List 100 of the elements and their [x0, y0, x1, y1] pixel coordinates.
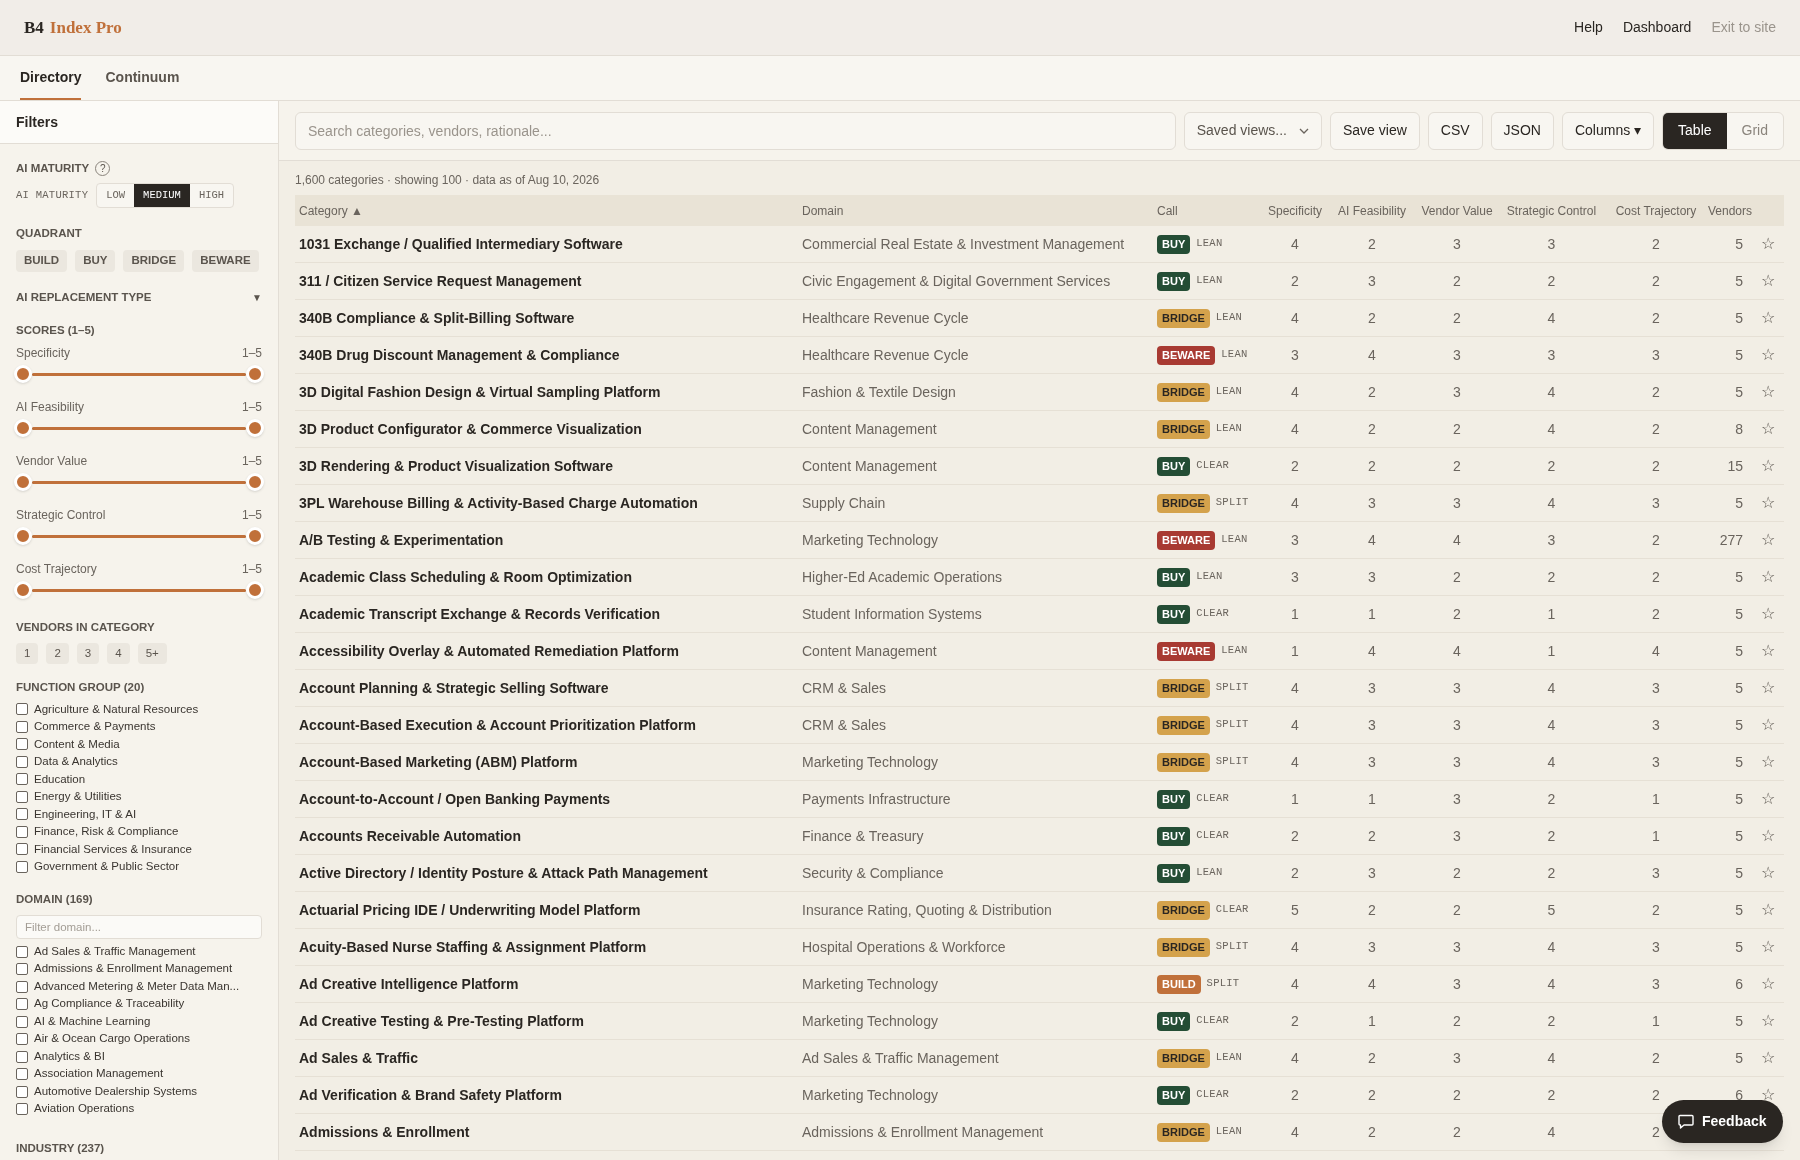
checkbox[interactable] [16, 790, 28, 803]
checkbox[interactable] [16, 945, 28, 958]
category-cell[interactable]: Ad Verification & Brand Safety Platform [295, 1084, 798, 1106]
checkbox-label[interactable]: Engineering, IT & AI [34, 805, 137, 823]
slider-handle[interactable] [246, 419, 264, 437]
category-cell[interactable]: Ad Creative Intelligence Platform [295, 973, 798, 995]
checkbox[interactable] [16, 963, 28, 975]
filter-chip[interactable]: BEWARE [192, 249, 259, 272]
checkbox-label[interactable]: AI & Machine Learning [34, 1012, 151, 1031]
filter-chip[interactable]: 4 [107, 643, 130, 665]
column-header[interactable]: Category ▲ [295, 201, 798, 220]
toolbar-button[interactable]: CSV [1427, 111, 1483, 150]
category-cell[interactable]: Ad Sales & Traffic [295, 1047, 798, 1069]
category-cell[interactable]: 1031 Exchange / Qualified Intermediary Software [295, 233, 798, 255]
column-header[interactable]: Vendor Value [1417, 201, 1497, 220]
column-header[interactable]: AI Feasibility [1327, 201, 1417, 220]
nav-link[interactable]: Dashboard [1622, 17, 1692, 38]
category-cell[interactable]: 340B Compliance & Split-Billing Software [295, 307, 798, 329]
slider-handle[interactable] [14, 365, 32, 383]
checkbox[interactable] [16, 1103, 28, 1115]
category-cell[interactable]: 3D Digital Fashion Design & Virtual Sampling Platform [295, 381, 798, 403]
checkbox-label[interactable]: Aviation Operations [34, 1100, 135, 1118]
checkbox-label[interactable]: Admissions & Enrollment Management [34, 960, 233, 978]
checkbox-label[interactable]: Energy & Utilities [34, 788, 122, 806]
slider-handle[interactable] [246, 581, 264, 599]
segment-option[interactable]: MEDIUM [134, 184, 190, 208]
checkbox[interactable] [16, 1015, 28, 1028]
columns-button[interactable]: Columns ▾ [1561, 111, 1655, 150]
feedback-button[interactable]: Feedback [1662, 1100, 1783, 1143]
checkbox[interactable] [16, 980, 28, 993]
checkbox-label[interactable]: Agriculture & Natural Resources [34, 700, 199, 718]
view-toggle[interactable]: Table [1663, 112, 1727, 149]
checkbox-label[interactable]: Ag Compliance & Traceability [34, 995, 185, 1013]
slider-handle[interactable] [14, 473, 32, 491]
category-cell[interactable]: 3D Product Configurator & Commerce Visualization [295, 418, 798, 440]
checkbox[interactable] [16, 808, 28, 821]
column-header[interactable]: Cost Trajectory [1606, 201, 1706, 220]
filter-input[interactable]: Filter domain... [16, 914, 262, 939]
checkbox[interactable] [16, 998, 28, 1010]
checkbox-label[interactable]: Association Management [34, 1065, 164, 1083]
checkbox-label[interactable]: Education [34, 770, 86, 788]
checkbox[interactable] [16, 720, 28, 733]
checkbox-label[interactable]: Advanced Metering & Meter Data Man... [34, 977, 240, 996]
category-cell[interactable]: Active Directory / Identity Posture & Attack Path Management [295, 862, 798, 884]
segment-option[interactable]: LOW [97, 184, 135, 208]
category-cell[interactable]: Account-Based Marketing (ABM) Platform [295, 751, 798, 773]
nav-link[interactable]: Help [1574, 17, 1603, 38]
checkbox-label[interactable]: Air & Ocean Cargo Operations [34, 1030, 190, 1048]
slider-handle[interactable] [14, 419, 32, 437]
slider-handle[interactable] [14, 581, 32, 599]
checkbox[interactable] [16, 773, 28, 786]
filter-chip[interactable]: 1 [16, 643, 39, 665]
checkbox-label[interactable]: Analytics & BI [34, 1047, 105, 1066]
filter-chip[interactable]: 2 [46, 643, 69, 665]
caret-icon[interactable]: ▼ [252, 289, 262, 305]
checkbox[interactable] [16, 1085, 28, 1098]
filter-chip[interactable]: BRIDGE [123, 249, 185, 272]
toolbar-button[interactable]: Save view [1330, 111, 1420, 150]
saved-views-dropdown[interactable]: Saved views... [1183, 111, 1322, 150]
category-cell[interactable]: Accounts Receivable Automation [295, 825, 798, 847]
toolbar-button[interactable]: JSON [1490, 111, 1554, 150]
checkbox[interactable] [16, 738, 28, 751]
checkbox[interactable] [16, 825, 28, 838]
checkbox-label[interactable]: Data & Analytics [34, 753, 118, 771]
segment-option[interactable]: HIGH [189, 184, 234, 208]
checkbox-label[interactable]: Content & Media [34, 735, 120, 753]
filter-chip[interactable]: 3 [76, 643, 100, 665]
slider-handle[interactable] [14, 527, 32, 545]
checkbox-label[interactable]: Finance, Risk & Compliance [34, 823, 179, 841]
checkbox-label[interactable]: Automotive Dealership Systems [34, 1082, 197, 1101]
checkbox[interactable] [16, 755, 28, 768]
column-header[interactable]: Specificity [1263, 201, 1327, 220]
category-cell[interactable]: 311 / Citizen Service Request Management [295, 270, 798, 292]
category-cell[interactable]: Account Planning & Strategic Selling Software [295, 677, 798, 699]
category-cell[interactable]: Academic Class Scheduling & Room Optimization [295, 566, 798, 588]
checkbox[interactable] [16, 843, 28, 856]
category-cell[interactable]: A/B Testing & Experimentation [295, 529, 798, 551]
category-cell[interactable]: Account-to-Account / Open Banking Payments [295, 788, 798, 810]
category-cell[interactable]: Account-Based Execution & Account Prioritization Platform [295, 714, 798, 736]
category-cell[interactable]: Actuarial Pricing IDE / Underwriting Model Platform [295, 899, 798, 921]
checkbox[interactable] [16, 860, 28, 873]
column-header[interactable]: Domain [798, 201, 1153, 220]
category-cell[interactable]: Accessibility Overlay & Automated Remediation Platform [295, 640, 798, 662]
checkbox-label[interactable]: Commerce & Payments [34, 718, 156, 736]
tab[interactable]: Continuum [105, 56, 180, 100]
checkbox-label[interactable]: Ad Sales & Traffic Management [34, 942, 196, 961]
category-cell[interactable]: 3PL Warehouse Billing & Activity-Based Charge Automation [295, 492, 798, 514]
checkbox[interactable] [16, 703, 28, 716]
search-field[interactable]: Search categories, vendors, rationale... [295, 111, 1176, 150]
column-header[interactable]: Strategic Control [1497, 201, 1606, 220]
category-cell[interactable]: 340B Drug Discount Management & Compliance [295, 344, 798, 366]
filter-chip[interactable]: 5+ [137, 643, 167, 665]
checkbox[interactable] [16, 1068, 28, 1080]
slider-handle[interactable] [246, 365, 264, 383]
checkbox-label[interactable]: Financial Services & Insurance [34, 840, 192, 858]
category-cell[interactable]: Admissions & Enrollment [295, 1121, 798, 1143]
checkbox-label[interactable]: Government & Public Sector [34, 858, 180, 876]
filter-chip[interactable]: BUY [75, 249, 116, 272]
filter-chip[interactable]: BUILD [16, 249, 68, 272]
category-cell[interactable]: Ad Creative Testing & Pre-Testing Platform [295, 1010, 798, 1032]
